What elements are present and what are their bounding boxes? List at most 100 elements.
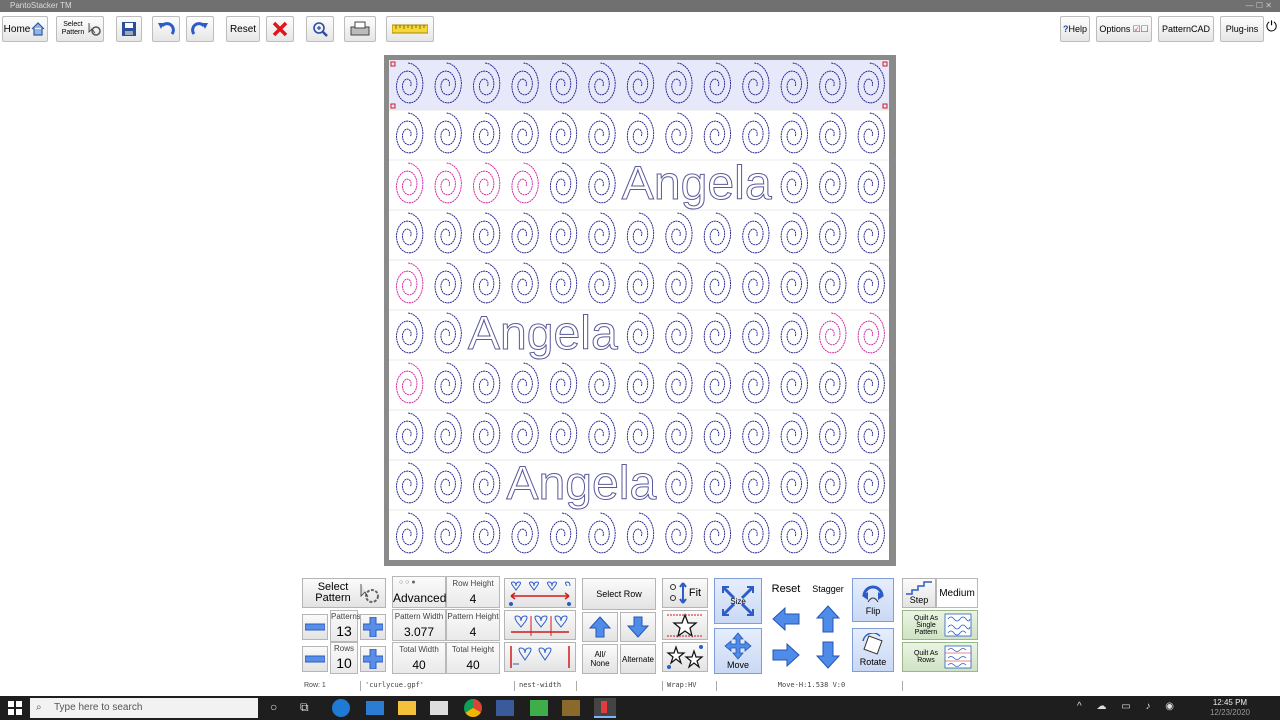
taskbar-search-box[interactable]: ⌕ Type here to search — [30, 698, 258, 718]
home-button[interactable]: Home — [2, 16, 48, 42]
alternate-button[interactable]: Alternate — [620, 644, 656, 674]
move-up-button[interactable] — [808, 602, 848, 636]
step-size-select[interactable]: Medium — [936, 578, 978, 608]
windows-start-icon[interactable] — [8, 701, 22, 715]
curlycue-motif — [473, 212, 501, 254]
fit-stagger-button[interactable] — [662, 642, 708, 672]
patterns-increase-button[interactable] — [360, 614, 386, 640]
edge-icon[interactable] — [332, 699, 350, 717]
delete-button[interactable] — [266, 16, 294, 42]
reset-button[interactable]: Reset — [766, 578, 806, 600]
curlycue-motif — [549, 262, 578, 304]
row-down-button[interactable] — [620, 612, 656, 642]
pattern-layout[interactable]: Angela Angela Angela — [389, 60, 889, 560]
reset-toolbar-label: Reset — [229, 23, 257, 35]
pantostacker-task-icon[interactable] — [594, 698, 616, 718]
rows-field[interactable]: Rows 10 — [330, 642, 358, 674]
rows-decrease-button[interactable] — [302, 646, 328, 672]
system-tray-icons[interactable]: ^ ☁ ▭ ♪ ◉ — [1077, 701, 1180, 712]
search-placeholder: Type here to search — [54, 702, 143, 713]
curlycue-motif — [819, 462, 847, 504]
checkbox-icon: ☑☐ — [1132, 23, 1149, 34]
flip-icon — [862, 585, 884, 603]
windows-taskbar: ⌕ Type here to search ○ ⧉ ^ ☁ ▭ ♪ ◉ 12:4… — [0, 696, 1280, 720]
clock[interactable]: 12:45 PM 12/23/2020 — [1210, 698, 1250, 718]
patterns-decrease-button[interactable] — [302, 614, 328, 640]
select-pattern-toolbar-button[interactable]: Select Pattern — [56, 16, 104, 42]
stagger-button[interactable]: Stagger — [808, 578, 848, 600]
plugins-button[interactable]: Plug-ins — [1220, 16, 1264, 42]
all-none-button[interactable]: All/ None — [582, 644, 618, 674]
curlycue-motif — [665, 412, 693, 454]
redo-button[interactable] — [186, 16, 214, 42]
layout-spaced-button[interactable] — [504, 642, 576, 672]
reset-toolbar-button[interactable]: Reset — [226, 16, 260, 42]
rows-increase-button[interactable] — [360, 646, 386, 672]
advanced-button[interactable]: ○ ○ ● Advanced — [392, 576, 446, 608]
app-icon-2[interactable] — [530, 700, 548, 716]
patterns-field[interactable]: Patterns 13 — [330, 610, 361, 642]
fit-width-button[interactable] — [662, 610, 708, 640]
curlycue-motif — [473, 462, 501, 504]
nudge-group: Reset Stagger — [764, 576, 850, 676]
help-button[interactable]: ? Help — [1060, 16, 1090, 42]
move-button[interactable]: Move — [714, 628, 762, 674]
curlycue-motif — [473, 412, 501, 454]
plugins-label: Plug-ins — [1225, 24, 1259, 34]
move-left-button[interactable] — [766, 602, 806, 636]
save-button[interactable] — [116, 16, 142, 42]
app-icon-1[interactable] — [496, 700, 514, 716]
move-right-button[interactable] — [766, 638, 806, 672]
pattern-width-field[interactable]: Pattern Width 3.077 — [392, 609, 446, 641]
step-button[interactable]: Step — [902, 578, 936, 608]
curlycue-motif — [780, 362, 808, 404]
curlycue-motif — [549, 512, 578, 554]
total-width-field[interactable]: Total Width 40 — [392, 642, 446, 674]
task-view-icon[interactable]: ⧉ — [300, 700, 309, 715]
undo-button[interactable] — [152, 16, 180, 42]
folder-icon[interactable] — [398, 701, 416, 715]
all-none-label: All/ None — [590, 650, 610, 668]
curlycue-motif — [396, 112, 424, 154]
pattern-height-value: 4 — [469, 625, 477, 639]
app-icon-3[interactable] — [562, 700, 580, 716]
curlycue-motif — [857, 412, 885, 454]
window-controls[interactable]: — ☐ ✕ — [1246, 0, 1272, 12]
options-label: Options — [1099, 24, 1131, 34]
total-height-field[interactable]: Total Height 40 — [446, 642, 500, 674]
rotate-button[interactable]: Rotate — [852, 628, 894, 672]
zoom-button[interactable] — [306, 16, 334, 42]
curlycue-motif — [742, 312, 770, 354]
options-button[interactable]: Options ☑☐ — [1096, 16, 1152, 42]
select-pattern-button[interactable]: Select Pattern — [302, 578, 386, 608]
cortana-icon[interactable]: ○ — [270, 700, 277, 714]
pattern-height-field[interactable]: Pattern Height 4 — [446, 609, 500, 641]
curlycue-motif — [588, 162, 616, 204]
print-button[interactable] — [344, 16, 376, 42]
quilt-single-pattern-button[interactable]: Quilt As Single Pattern — [902, 610, 978, 640]
move-label: Move — [726, 660, 749, 670]
quilt-canvas[interactable]: Angela Angela Angela — [389, 60, 889, 560]
curlycue-motif — [396, 312, 424, 354]
mail-icon[interactable] — [366, 701, 384, 715]
curlycue-motif — [434, 412, 462, 454]
layout-mode-group — [504, 576, 578, 676]
row-height-field[interactable]: Row Height 4 — [446, 576, 500, 608]
flip-button[interactable]: Flip — [852, 578, 894, 622]
row-up-button[interactable] — [582, 612, 618, 642]
quilt-as-rows-button[interactable]: Quilt As Rows — [902, 642, 978, 672]
patterncad-button[interactable]: PatternCAD — [1158, 16, 1214, 42]
chrome-icon[interactable] — [464, 699, 482, 717]
layout-stacked-button[interactable] — [504, 578, 576, 608]
size-button[interactable]: Size — [714, 578, 762, 624]
move-down-button[interactable] — [808, 638, 848, 672]
curlycue-motif — [473, 262, 501, 304]
fit-button[interactable]: Fit — [662, 578, 708, 608]
total-width-value: 40 — [412, 658, 426, 672]
curlycue-motif — [396, 362, 424, 404]
ruler-button[interactable] — [386, 16, 434, 42]
store-icon[interactable] — [430, 701, 448, 715]
layout-nested-button[interactable] — [504, 610, 576, 640]
curlycue-motif — [780, 412, 808, 454]
select-row-button[interactable]: Select Row — [582, 578, 656, 610]
